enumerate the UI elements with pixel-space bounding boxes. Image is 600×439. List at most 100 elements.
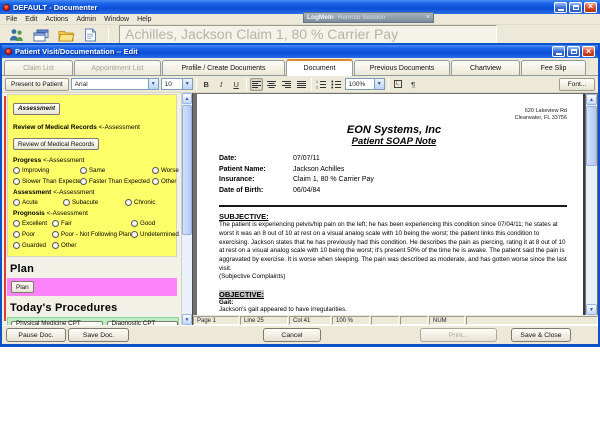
gait-label: Gait: — [219, 299, 569, 306]
tab-document[interactable]: Document — [286, 59, 353, 76]
radio-faster-than-expected[interactable]: Faster Than Expected — [80, 178, 152, 185]
radio-good[interactable]: Good — [131, 220, 179, 227]
progress-heading-suffix: <-Assessment — [43, 157, 84, 164]
radio-progress-other[interactable]: Other — [152, 178, 179, 185]
plan-button[interactable]: Plan — [11, 281, 34, 293]
clinic-address: 620 Lakeview Rd Clearwater, FL 33756 — [219, 108, 567, 122]
prognosis-heading-label: Prognosis — [13, 210, 45, 217]
document-title: Patient SOAP Note — [219, 136, 569, 147]
tab-profile-create-documents[interactable]: Profile / Create Documents — [162, 60, 285, 75]
radio-fair[interactable]: Fair — [52, 220, 131, 227]
visit-title: Patient Visit/Documentation -- Edit — [15, 47, 549, 56]
bullet-list-button[interactable] — [330, 78, 343, 91]
align-center-button[interactable] — [265, 78, 278, 91]
panel-scrollbar[interactable]: ▲ ▼ — [181, 93, 192, 325]
underline-button[interactable]: U — [230, 78, 243, 91]
review-heading-label: Review of Medical Records — [13, 124, 97, 131]
radio-same[interactable]: Same — [80, 167, 152, 174]
status-page: Page 1 — [193, 316, 239, 325]
justify-button[interactable] — [295, 78, 308, 91]
visit-app-icon — [5, 48, 12, 55]
radio-acute[interactable]: Acute — [13, 199, 63, 206]
numbered-list-button[interactable]: 12 — [315, 78, 328, 91]
tab-previous-documents[interactable]: Previous Documents — [354, 60, 450, 75]
minimize-button[interactable] — [554, 2, 567, 13]
radio-chronic[interactable]: Chronic — [125, 199, 174, 206]
radio-icon — [13, 199, 20, 206]
scrollbar-thumb[interactable] — [182, 105, 192, 235]
visit-restore-button[interactable] — [567, 46, 580, 57]
field-row: Date of Birth:06/04/84 — [219, 186, 569, 197]
progress-options: Improving Same Worse Slower Than Expecte… — [13, 167, 174, 185]
visit-close-button[interactable]: × — [582, 46, 595, 57]
assessment-heading-suffix: <-Assessment — [53, 189, 94, 196]
menu-window[interactable]: Window — [100, 16, 133, 23]
radio-improving[interactable]: Improving — [13, 167, 80, 174]
font-dialog-button[interactable]: Font... — [559, 78, 595, 91]
scroll-up-icon[interactable]: ▲ — [182, 93, 192, 104]
scroll-down-icon[interactable]: ▼ — [182, 314, 192, 325]
scrollbar-thumb[interactable] — [586, 106, 597, 166]
document-note-icon[interactable] — [84, 28, 97, 42]
radio-slower-than-expected[interactable]: Slower Than Expected — [13, 178, 80, 185]
paragraph-marks-button[interactable]: ¶ — [407, 78, 420, 91]
save-doc-button[interactable]: Save Doc. — [68, 328, 129, 342]
radio-excellent[interactable]: Excellent — [13, 220, 52, 227]
logmein-close-icon[interactable]: × — [426, 14, 430, 21]
font-size-select[interactable]: 10 ▼ — [161, 78, 193, 90]
prognosis-heading: Prognosis <-Assessment — [13, 210, 174, 217]
bold-button[interactable]: B — [200, 78, 213, 91]
assessment-button[interactable]: Assessment — [13, 103, 60, 115]
radio-poor-not-following-plan[interactable]: Poor - Not Following Plan — [52, 231, 131, 238]
scroll-up-icon[interactable]: ▲ — [586, 94, 597, 105]
radio-icon — [80, 167, 87, 174]
menu-help[interactable]: Help — [133, 16, 155, 23]
radio-icon — [80, 178, 87, 185]
close-button[interactable]: × — [584, 2, 597, 13]
menu-edit[interactable]: Edit — [21, 16, 41, 23]
review-of-medical-records-button[interactable]: Review of Medical Records — [13, 138, 99, 150]
radio-prognosis-other[interactable]: Other — [52, 242, 131, 249]
claim-window-icon[interactable] — [33, 29, 49, 42]
subjective-heading: SUBJECTIVE: — [219, 212, 569, 221]
align-right-button[interactable] — [280, 78, 293, 91]
document-scrollbar[interactable]: ▲ ▼ — [586, 94, 597, 315]
font-name-select[interactable]: Arial ▼ — [71, 78, 159, 90]
cancel-button[interactable]: Cancel — [263, 328, 321, 342]
page-layout-button[interactable]: L — [392, 78, 405, 91]
soap-note-page[interactable]: 620 Lakeview Rd Clearwater, FL 33756 EON… — [197, 94, 585, 315]
restore-button[interactable] — [569, 2, 582, 13]
assessment-heading: Assessment <-Assessment — [13, 189, 174, 196]
radio-poor[interactable]: Poor — [13, 231, 52, 238]
document-area: 620 Lakeview Rd Clearwater, FL 33756 EON… — [192, 93, 598, 325]
toolbar-separator — [388, 78, 389, 91]
radio-guarded[interactable]: Guarded — [13, 242, 52, 249]
save-and-close-button[interactable]: Save & Close — [511, 328, 571, 342]
radio-icon — [131, 231, 138, 238]
radio-subacute[interactable]: Subacute — [63, 199, 125, 206]
tab-chartview[interactable]: Chartview — [451, 60, 520, 75]
present-to-patient-button[interactable]: Present to Patient — [5, 78, 69, 91]
radio-worse[interactable]: Worse — [152, 167, 179, 174]
align-left-button[interactable] — [250, 78, 263, 91]
scroll-down-icon[interactable]: ▼ — [586, 304, 597, 315]
italic-button[interactable]: I — [215, 78, 228, 91]
status-num-lock: NUM — [429, 316, 465, 325]
patients-icon[interactable] — [9, 28, 24, 42]
menu-file[interactable]: File — [2, 16, 21, 23]
zoom-select[interactable]: 100% ▼ — [345, 78, 385, 90]
logmein-banner[interactable]: LogMeIn - Remote Session × — [303, 12, 434, 23]
field-row: Insurance:Claim 1, 80 % Carrier Pay — [219, 175, 569, 186]
objective-heading: OBJECTIVE: — [219, 290, 569, 299]
field-row: Patient Name:Jackson Achilles — [219, 165, 569, 176]
radio-undetermined[interactable]: Undetermined — [131, 231, 179, 238]
print-button: Print... — [420, 328, 497, 342]
tab-fee-slip[interactable]: Fee Slip — [521, 60, 586, 75]
visit-minimize-button[interactable] — [552, 46, 565, 57]
menu-admin[interactable]: Admin — [72, 16, 100, 23]
menu-actions[interactable]: Actions — [41, 16, 72, 23]
tab-appointment-list: Appointment List — [74, 60, 161, 75]
open-folder-icon[interactable] — [58, 29, 75, 42]
main-titlebar: DEFAULT - Documenter × — [0, 0, 600, 14]
pause-doc-button[interactable]: Pause Doc. — [6, 328, 66, 342]
